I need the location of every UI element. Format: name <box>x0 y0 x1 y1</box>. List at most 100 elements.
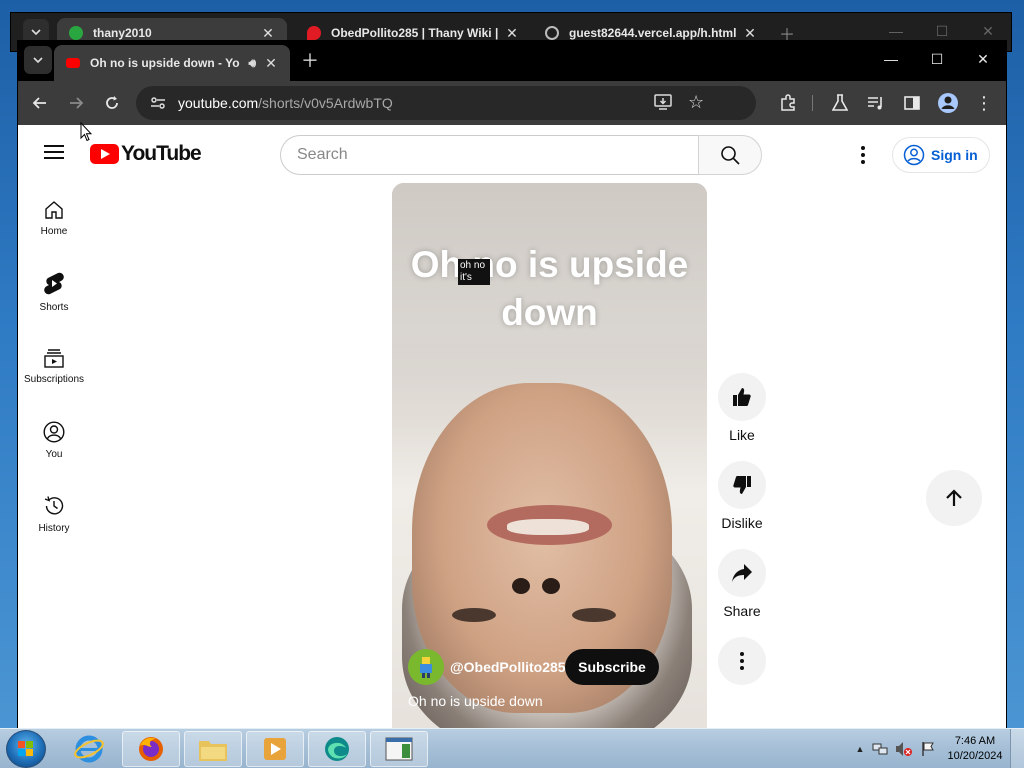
minimize-icon[interactable]: — <box>868 41 914 77</box>
youtube-header: YouTube Search Sign in <box>18 125 1006 181</box>
tab-youtube-short[interactable]: Oh no is upside down - Yo 🔊︎ ✕ <box>54 45 290 81</box>
labs-flask-icon[interactable] <box>826 89 854 117</box>
previous-short-button[interactable] <box>926 470 982 526</box>
extensions-icon[interactable] <box>774 89 802 117</box>
taskbar-file-explorer[interactable] <box>184 731 242 767</box>
dislike-action[interactable]: Dislike <box>718 461 766 531</box>
thumbs-down-icon <box>733 476 751 494</box>
shorts-icon <box>44 272 64 294</box>
guide-item-home[interactable]: Home <box>18 181 90 255</box>
video-frame-nostril <box>512 578 530 594</box>
taskbar-window-app[interactable] <box>370 731 428 767</box>
window-app-icon <box>385 737 413 761</box>
sign-in-label: Sign in <box>931 147 978 163</box>
guide-item-history[interactable]: History <box>18 477 90 551</box>
windows-logo-icon <box>18 741 33 756</box>
more-actions[interactable] <box>718 637 766 685</box>
search-placeholder: Search <box>297 146 348 163</box>
shorts-video-player[interactable]: Oh no is upside down oh no it's @ObedPol… <box>392 183 707 729</box>
close-icon[interactable]: ✕ <box>960 41 1006 77</box>
channel-info[interactable]: @ObedPollito285 <box>408 649 566 685</box>
guide-item-label: History <box>38 522 70 534</box>
guide-item-label: Shorts <box>39 301 69 313</box>
tab-title: ObedPollito285 | Thany Wiki | <box>331 26 499 40</box>
guide-sidebar: Home Shorts Subscriptions You History <box>18 181 90 551</box>
volume-muted-icon[interactable] <box>892 741 916 757</box>
guide-item-subscriptions[interactable]: Subscriptions <box>18 329 90 403</box>
show-desktop-button[interactable] <box>1010 729 1024 768</box>
guide-item-label: You <box>45 448 63 460</box>
search-input[interactable]: Search <box>280 135 698 175</box>
more-actions-button[interactable] <box>718 637 766 685</box>
forward-button[interactable] <box>62 89 90 117</box>
bookmark-star-icon[interactable]: ☆ <box>688 92 704 113</box>
arrow-up-icon <box>946 489 962 506</box>
guide-item-shorts[interactable]: Shorts <box>18 255 90 329</box>
network-icon[interactable] <box>868 741 892 757</box>
maximize-icon[interactable]: ☐ <box>914 41 960 77</box>
like-button[interactable] <box>718 373 766 421</box>
like-label: Like <box>729 427 755 443</box>
taskbar-internet-explorer[interactable] <box>60 731 118 767</box>
youtube-page: YouTube Search Sign in Home Shorts Subsc… <box>18 125 1006 729</box>
video-frame-eye <box>572 608 616 622</box>
youtube-play-icon <box>90 144 119 164</box>
short-title[interactable]: Oh no is upside down <box>408 693 543 709</box>
channel-handle[interactable]: @ObedPollito285 <box>450 659 566 675</box>
media-player-icon <box>264 738 286 760</box>
settings-more-icon[interactable] <box>853 143 873 167</box>
tab-title: guest82644.vercel.app/h.html <box>569 26 737 40</box>
more-vert-icon <box>740 652 744 670</box>
action-center-flag-icon[interactable] <box>916 741 940 757</box>
media-control-icon[interactable] <box>862 89 890 117</box>
sign-in-button[interactable]: Sign in <box>892 137 990 173</box>
search-button[interactable] <box>698 135 762 175</box>
back-button[interactable] <box>26 89 54 117</box>
taskbar-firefox[interactable] <box>122 731 180 767</box>
tab-title: thany2010 <box>93 26 152 40</box>
share-action[interactable]: Share <box>718 549 766 619</box>
windows-taskbar: ▲ 7:46 AM 10/20/2024 <box>0 728 1024 768</box>
channel-avatar[interactable] <box>408 649 444 685</box>
window-controls: — ☐ ✕ <box>868 41 1006 81</box>
taskbar-media-player[interactable] <box>246 731 304 767</box>
thumbs-up-icon <box>733 388 751 406</box>
close-icon[interactable]: ✕ <box>259 25 277 42</box>
video-frame-eye <box>452 608 496 622</box>
video-frame-teeth <box>507 519 589 535</box>
address-bar[interactable]: youtube.com/shorts/v0v5ArdwbTQ ☆ <box>136 86 756 120</box>
guide-item-label: Subscriptions <box>23 373 85 385</box>
clock-time: 7:46 AM <box>954 735 996 747</box>
mouse-cursor-icon <box>80 122 92 142</box>
account-circle-icon <box>903 144 925 166</box>
browser-menu-icon[interactable]: ⋮ <box>970 89 998 117</box>
tab-bar: Oh no is upside down - Yo 🔊︎ ✕ ＋ — ☐ ✕ <box>18 41 1006 81</box>
close-icon[interactable]: ✕ <box>503 25 521 42</box>
profile-avatar-icon[interactable] <box>934 89 962 117</box>
reload-button[interactable] <box>98 89 126 117</box>
guide-item-you[interactable]: You <box>18 403 90 477</box>
youtube-logo[interactable]: YouTube <box>90 142 202 166</box>
site-info-icon[interactable] <box>150 96 170 110</box>
clock-date: 10/20/2024 <box>947 750 1003 762</box>
side-panel-icon[interactable] <box>898 89 926 117</box>
taskbar-edge[interactable] <box>308 731 366 767</box>
audio-playing-icon[interactable]: 🔊︎ <box>248 56 256 71</box>
tab-favicon-icon <box>307 26 321 40</box>
hamburger-menu-icon[interactable] <box>42 141 66 165</box>
start-button[interactable] <box>6 730 46 768</box>
folder-icon <box>199 741 227 761</box>
like-action[interactable]: Like <box>718 373 766 443</box>
tab-search-button[interactable] <box>24 46 52 74</box>
share-button[interactable] <box>718 549 766 597</box>
new-tab-button[interactable]: ＋ <box>296 46 324 74</box>
youtube-favicon-icon <box>66 58 80 68</box>
close-icon[interactable]: ✕ <box>741 25 759 42</box>
system-clock[interactable]: 7:46 AM 10/20/2024 <box>940 734 1010 764</box>
close-icon[interactable]: ✕ <box>262 55 280 72</box>
dislike-button[interactable] <box>718 461 766 509</box>
history-icon <box>44 495 64 514</box>
install-app-icon[interactable] <box>654 94 672 113</box>
subscribe-button[interactable]: Subscribe <box>565 649 659 685</box>
show-hidden-icons-icon[interactable]: ▲ <box>852 744 868 754</box>
